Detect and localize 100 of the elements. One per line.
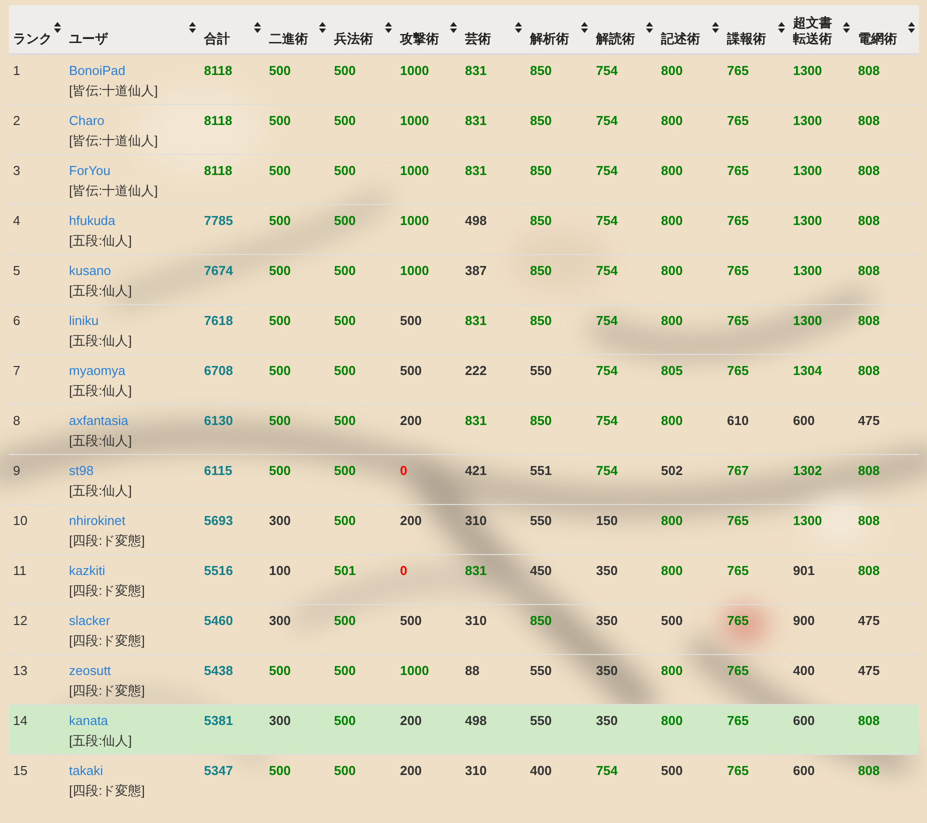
column-header: 記述術: [661, 30, 700, 47]
user-link[interactable]: kanata: [69, 712, 108, 728]
score-cell: 350: [596, 612, 618, 628]
user-link[interactable]: st98: [69, 462, 94, 478]
score-cell: 765: [727, 512, 749, 528]
score-cell: 831: [465, 63, 487, 78]
user-link[interactable]: takaki: [69, 762, 103, 778]
score-cell: 500: [334, 512, 356, 528]
score-cell: 500: [269, 762, 291, 778]
score-cell: 500: [334, 212, 356, 228]
sort-icon[interactable]: [54, 22, 61, 33]
score-cell: 800: [661, 312, 683, 328]
user-link[interactable]: hfukuda: [69, 212, 116, 228]
score-cell: 850: [530, 112, 552, 128]
user-link[interactable]: slacker: [69, 612, 110, 628]
sort-icon[interactable]: [712, 22, 719, 33]
score-cell: 765: [727, 212, 749, 228]
user-title: [四段:ド変態]: [69, 682, 146, 700]
user-link[interactable]: liniku: [69, 312, 99, 328]
sort-icon[interactable]: [385, 22, 392, 33]
user-link[interactable]: Charo: [69, 112, 104, 128]
score-cell: 808: [858, 362, 880, 378]
score-cell: 1000: [400, 262, 429, 278]
user-title: [五段:仙人]: [69, 332, 133, 350]
score-cell: 800: [661, 63, 683, 78]
user-link[interactable]: nhirokinet: [69, 512, 126, 528]
rank-cell: 8: [13, 412, 20, 428]
score-cell: 222: [465, 362, 487, 378]
score-cell: 850: [530, 162, 552, 178]
score-cell: 1000: [400, 63, 429, 78]
sort-icon[interactable]: [189, 22, 196, 33]
score-cell: 500: [334, 662, 356, 678]
sort-icon[interactable]: [778, 22, 785, 33]
score-cell: 500: [334, 612, 356, 628]
score-cell: 498: [465, 712, 487, 728]
score-cell: 500: [269, 662, 291, 678]
user-link[interactable]: zeosutt: [69, 662, 111, 678]
user-title: [五段:仙人]: [69, 482, 133, 500]
user-title: [皆伝:十道仙人]: [69, 132, 159, 150]
sort-icon[interactable]: [450, 22, 457, 33]
user-title: [四段:ド変態]: [69, 632, 146, 650]
user-title: [五段:仙人]: [69, 732, 133, 750]
score-cell: 550: [530, 512, 552, 528]
score-cell: 765: [727, 362, 749, 378]
column-header: 超文書転送術: [793, 14, 833, 47]
score-cell: 387: [465, 262, 487, 278]
score-cell: 500: [334, 312, 356, 328]
user-title: [五段:仙人]: [69, 232, 133, 250]
score-cell: 475: [858, 412, 880, 428]
score-cell: 767: [727, 462, 749, 478]
user-link[interactable]: ForYou: [69, 162, 110, 178]
score-cell: 200: [400, 512, 422, 528]
total-cell: 5460: [204, 612, 233, 628]
sort-icon[interactable]: [581, 22, 588, 33]
score-cell: 500: [334, 63, 356, 78]
column-header: 合計: [204, 30, 230, 47]
score-cell: 1000: [400, 112, 429, 128]
sort-icon[interactable]: [843, 22, 850, 33]
user-link[interactable]: kazkiti: [69, 562, 106, 578]
column-header: 解読術: [596, 30, 635, 47]
total-cell: 6115: [204, 462, 232, 478]
sort-icon[interactable]: [646, 22, 653, 33]
score-cell: 500: [269, 63, 291, 78]
score-cell: 754: [596, 762, 618, 778]
score-cell: 850: [530, 63, 552, 78]
user-link[interactable]: BonoiPad: [69, 63, 126, 78]
sort-icon[interactable]: [908, 22, 915, 33]
score-cell: 100: [269, 562, 291, 578]
sort-icon[interactable]: [254, 22, 261, 33]
score-cell: 500: [269, 112, 291, 128]
score-cell: 754: [596, 312, 618, 328]
rank-cell: 14: [13, 712, 28, 728]
score-cell: 808: [858, 212, 880, 228]
score-cell: 800: [661, 662, 683, 678]
score-cell: 754: [596, 362, 618, 378]
rank-cell: 4: [13, 212, 20, 228]
score-cell: 500: [269, 362, 291, 378]
score-cell: 600: [793, 712, 815, 728]
total-cell: 5516: [204, 562, 233, 578]
score-cell: 500: [269, 412, 291, 428]
score-cell: 808: [858, 462, 880, 478]
user-link[interactable]: kusano: [69, 262, 111, 278]
score-cell: 500: [334, 262, 356, 278]
score-cell: 808: [858, 312, 880, 328]
score-cell: 765: [727, 312, 749, 328]
score-cell: 1300: [793, 312, 822, 328]
user-link[interactable]: axfantasia: [69, 412, 128, 428]
user-link[interactable]: myaomya: [69, 362, 126, 378]
score-cell: 808: [858, 63, 880, 78]
score-cell: 805: [661, 362, 683, 378]
sort-icon[interactable]: [515, 22, 522, 33]
column-header: 二進術: [269, 30, 308, 47]
score-cell: 600: [793, 762, 815, 778]
score-cell: 754: [596, 462, 618, 478]
score-cell: 831: [465, 112, 487, 128]
score-cell: 551: [530, 462, 552, 478]
score-cell: 808: [858, 112, 880, 128]
score-cell: 88: [465, 662, 480, 678]
score-cell: 1000: [400, 662, 429, 678]
sort-icon[interactable]: [319, 22, 326, 33]
